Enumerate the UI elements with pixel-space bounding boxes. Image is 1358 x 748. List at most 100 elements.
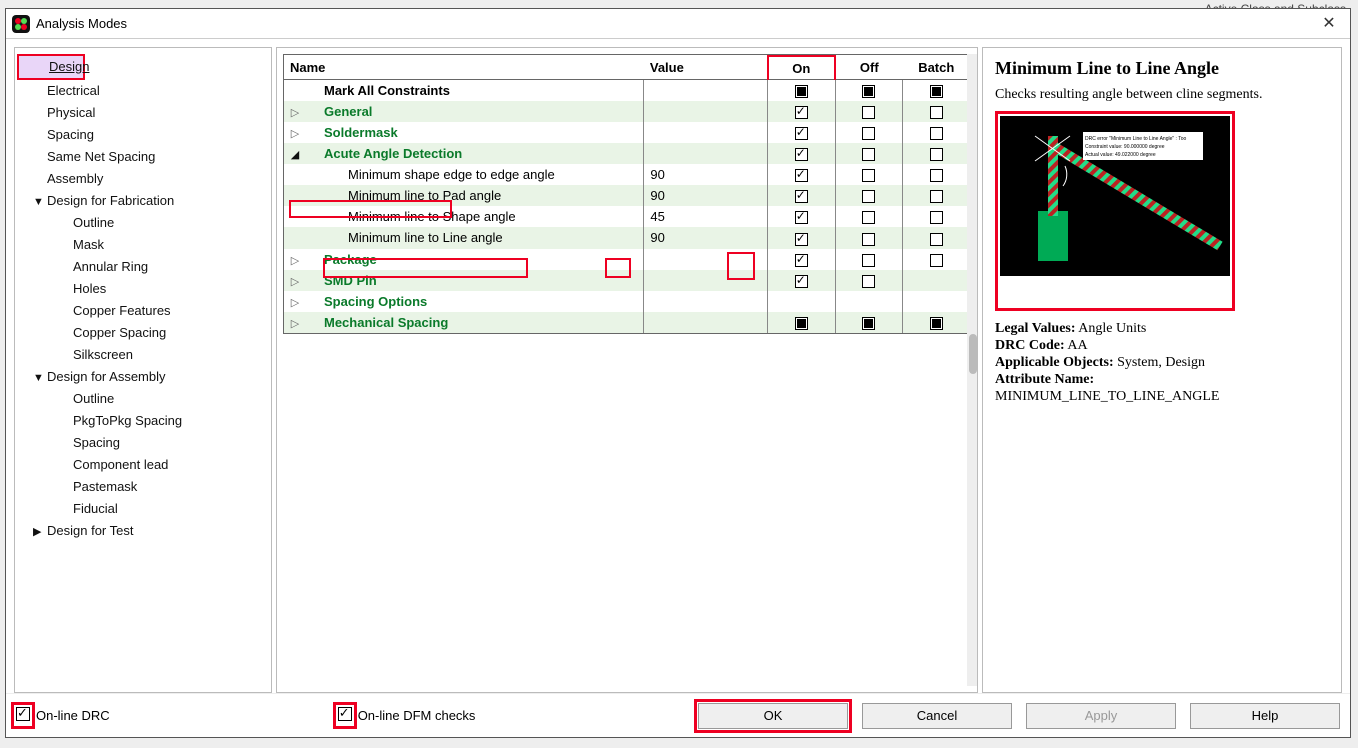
checkbox-empty[interactable] bbox=[930, 106, 943, 119]
toggle-icon[interactable]: ▼ bbox=[33, 193, 44, 211]
checkbox-filled[interactable] bbox=[795, 85, 808, 98]
row-value[interactable] bbox=[644, 270, 768, 291]
checkbox-empty[interactable] bbox=[862, 169, 875, 182]
toggle-icon[interactable]: ▶ bbox=[33, 523, 41, 541]
online-dfm-field[interactable]: On-line DFM checks bbox=[338, 707, 476, 724]
nav-item-spacing[interactable]: Spacing bbox=[17, 432, 269, 454]
checkbox-empty[interactable] bbox=[862, 211, 875, 224]
apply-button[interactable]: Apply bbox=[1026, 703, 1176, 729]
row-toggle-icon[interactable]: ▷ bbox=[290, 296, 300, 309]
row-toggle-icon[interactable]: ▷ bbox=[290, 317, 300, 330]
nav-item-holes[interactable]: Holes bbox=[17, 278, 269, 300]
table-row[interactable]: ◢Acute Angle Detection bbox=[284, 143, 970, 164]
nav-item-design-for-test[interactable]: ▶Design for Test bbox=[17, 520, 269, 542]
table-row[interactable]: ▷SMD Pin bbox=[284, 270, 970, 291]
nav-item-spacing[interactable]: Spacing bbox=[17, 124, 269, 146]
table-row[interactable]: ▷Mechanical Spacing bbox=[284, 312, 970, 333]
nav-item-electrical[interactable]: Electrical bbox=[17, 80, 269, 102]
row-value[interactable]: 45 bbox=[644, 206, 768, 227]
nav-item-mask[interactable]: Mask bbox=[17, 234, 269, 256]
row-value[interactable] bbox=[644, 122, 768, 143]
checkbox-empty[interactable] bbox=[930, 169, 943, 182]
nav-item-fiducial[interactable]: Fiducial bbox=[17, 498, 269, 520]
nav-item-physical[interactable]: Physical bbox=[17, 102, 269, 124]
checkbox-empty[interactable] bbox=[862, 233, 875, 246]
col-batch[interactable]: Batch bbox=[903, 56, 971, 80]
row-value[interactable] bbox=[644, 80, 768, 102]
checkbox-checked[interactable] bbox=[795, 275, 808, 288]
close-icon[interactable]: ✕ bbox=[1314, 9, 1344, 39]
row-value[interactable] bbox=[644, 291, 768, 312]
checkbox-checked[interactable] bbox=[795, 169, 808, 182]
table-row[interactable]: Minimum line to Pad angle90 bbox=[284, 185, 970, 206]
online-dfm-checkbox[interactable] bbox=[338, 707, 352, 721]
online-drc-field[interactable]: On-line DRC bbox=[16, 707, 110, 724]
online-drc-checkbox[interactable] bbox=[16, 707, 30, 721]
checkbox-empty[interactable] bbox=[862, 190, 875, 203]
col-off[interactable]: Off bbox=[835, 56, 902, 80]
checkbox-checked[interactable] bbox=[795, 211, 808, 224]
row-toggle-icon[interactable]: ◢ bbox=[290, 148, 300, 161]
checkbox-empty[interactable] bbox=[862, 127, 875, 140]
table-row[interactable]: Minimum line to Line angle90 bbox=[284, 227, 970, 248]
nav-item-pkgtopkg-spacing[interactable]: PkgToPkg Spacing bbox=[17, 410, 269, 432]
toggle-icon[interactable]: ▼ bbox=[33, 369, 44, 387]
nav-item-same-net-spacing[interactable]: Same Net Spacing bbox=[17, 146, 269, 168]
nav-tree[interactable]: DesignElectricalPhysicalSpacingSame Net … bbox=[14, 47, 272, 693]
nav-item-component-lead[interactable]: Component lead bbox=[17, 454, 269, 476]
cancel-button[interactable]: Cancel bbox=[862, 703, 1012, 729]
nav-item-copper-features[interactable]: Copper Features bbox=[17, 300, 269, 322]
ok-button[interactable]: OK bbox=[698, 703, 848, 729]
nav-item-design-for-assembly[interactable]: ▼Design for Assembly bbox=[17, 366, 269, 388]
checkbox-filled[interactable] bbox=[930, 317, 943, 330]
row-value[interactable] bbox=[644, 249, 768, 270]
row-toggle-icon[interactable]: ▷ bbox=[290, 127, 300, 140]
checkbox-checked[interactable] bbox=[795, 106, 808, 119]
checkbox-checked[interactable] bbox=[795, 148, 808, 161]
checkbox-checked[interactable] bbox=[795, 233, 808, 246]
col-name[interactable]: Name bbox=[284, 56, 644, 80]
nav-item-outline[interactable]: Outline bbox=[17, 388, 269, 410]
checkbox-empty[interactable] bbox=[862, 275, 875, 288]
nav-item-design-for-fabrication[interactable]: ▼Design for Fabrication bbox=[17, 190, 269, 212]
table-row[interactable]: Minimum line to Shape angle45 bbox=[284, 206, 970, 227]
row-value[interactable]: 90 bbox=[644, 185, 768, 206]
nav-item-silkscreen[interactable]: Silkscreen bbox=[17, 344, 269, 366]
row-toggle-icon[interactable]: ▷ bbox=[290, 254, 300, 267]
nav-item-outline[interactable]: Outline bbox=[17, 212, 269, 234]
constraints-grid[interactable]: Name Value On Off Batch Mark All Constra… bbox=[284, 55, 970, 333]
row-value[interactable]: 90 bbox=[644, 227, 768, 248]
table-row[interactable]: ▷Package bbox=[284, 249, 970, 270]
nav-item-design[interactable]: Design bbox=[17, 54, 85, 80]
table-row[interactable]: ▷Soldermask bbox=[284, 122, 970, 143]
checkbox-empty[interactable] bbox=[930, 148, 943, 161]
checkbox-empty[interactable] bbox=[930, 233, 943, 246]
row-value[interactable] bbox=[644, 143, 768, 164]
nav-item-assembly[interactable]: Assembly bbox=[17, 168, 269, 190]
table-row[interactable]: ▷Spacing Options bbox=[284, 291, 970, 312]
checkbox-filled[interactable] bbox=[862, 85, 875, 98]
checkbox-empty[interactable] bbox=[862, 106, 875, 119]
checkbox-filled[interactable] bbox=[862, 317, 875, 330]
checkbox-filled[interactable] bbox=[795, 317, 808, 330]
checkbox-checked[interactable] bbox=[795, 254, 808, 267]
nav-item-copper-spacing[interactable]: Copper Spacing bbox=[17, 322, 269, 344]
row-value[interactable]: 90 bbox=[644, 164, 768, 185]
help-button[interactable]: Help bbox=[1190, 703, 1340, 729]
checkbox-filled[interactable] bbox=[930, 85, 943, 98]
main-scrollbar[interactable] bbox=[967, 54, 977, 686]
table-row[interactable]: Minimum shape edge to edge angle90 bbox=[284, 164, 970, 185]
checkbox-checked[interactable] bbox=[795, 127, 808, 140]
checkbox-empty[interactable] bbox=[930, 190, 943, 203]
row-value[interactable] bbox=[644, 101, 768, 122]
row-toggle-icon[interactable]: ▷ bbox=[290, 275, 300, 288]
table-row[interactable]: Mark All Constraints bbox=[284, 80, 970, 102]
col-value[interactable]: Value bbox=[644, 56, 768, 80]
checkbox-empty[interactable] bbox=[862, 254, 875, 267]
checkbox-empty[interactable] bbox=[930, 127, 943, 140]
nav-item-pastemask[interactable]: Pastemask bbox=[17, 476, 269, 498]
row-toggle-icon[interactable]: ▷ bbox=[290, 106, 300, 119]
checkbox-empty[interactable] bbox=[930, 211, 943, 224]
col-on[interactable]: On bbox=[768, 56, 835, 80]
row-value[interactable] bbox=[644, 312, 768, 333]
